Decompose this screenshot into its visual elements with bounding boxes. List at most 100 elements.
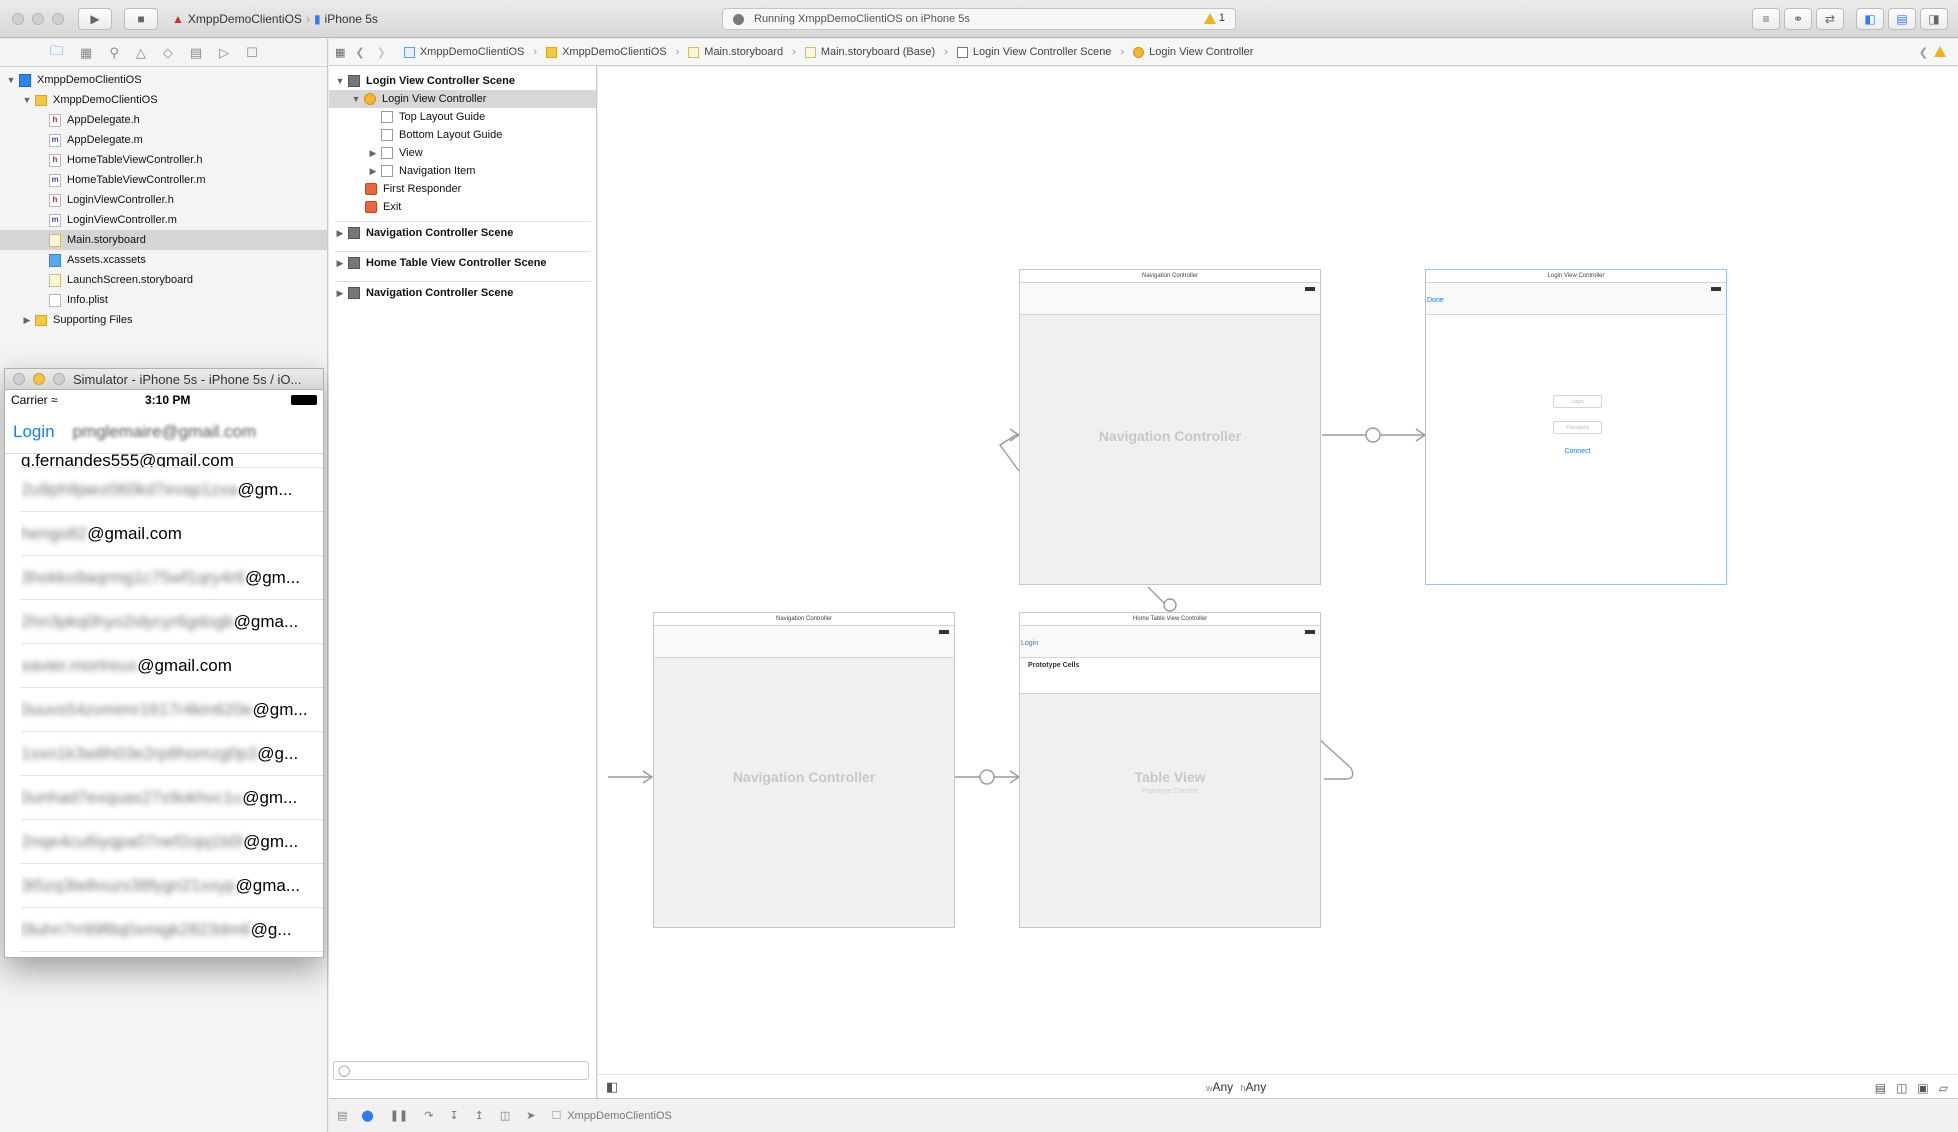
step-over-icon[interactable]: ↷	[424, 1109, 433, 1122]
version-editor-button[interactable]: ⇄	[1816, 8, 1844, 30]
contact-cell[interactable]: hengo82 @gmail.com	[21, 512, 323, 556]
contact-cell[interactable]: 2u9ph9jaez060kd7evap1zxa @gm...	[21, 468, 323, 512]
navigator-item[interactable]: m HomeTableViewController.m	[0, 170, 327, 190]
storyboard-canvas[interactable]: Navigation Controller Navigation Control…	[598, 67, 1958, 1097]
grid-icon[interactable]: ▦	[335, 46, 345, 59]
contact-cell[interactable]: 0uuvs54zvmimr1617r4kin620e @gm...	[21, 688, 323, 732]
breadcrumb-item[interactable]: XmppDemoClientiOS ›	[546, 46, 679, 58]
navigator-item[interactable]: Assets.xcassets	[0, 250, 327, 270]
stack-icon[interactable]: ▤	[1875, 1081, 1886, 1095]
navigator-item[interactable]: ▼ XmppDemoClientiOS	[0, 70, 327, 90]
outline-first-responder[interactable]: First Responder	[329, 180, 596, 198]
scene-navigation-controller-top[interactable]: Navigation Controller Navigation Control…	[1019, 269, 1321, 585]
contact-cell[interactable]: 1sxn1k3w8h03e2rp8homzg0p3 @g...	[21, 732, 323, 776]
report-icon[interactable]: ☐	[246, 45, 258, 61]
zoom-window-button[interactable]	[52, 13, 64, 25]
outline-view[interactable]: ▶ View	[329, 144, 596, 162]
close-window-button[interactable]	[12, 13, 24, 25]
login-bar-button[interactable]: Login	[1021, 640, 1038, 647]
done-bar-button[interactable]: Done	[1427, 297, 1444, 304]
breakpoints-toggle-icon[interactable]: ⬤	[361, 1109, 373, 1122]
disclosure-open-icon[interactable]: ▼	[6, 75, 16, 85]
size-class-control[interactable]: wAny hAny	[1206, 1080, 1266, 1094]
scene-login-view-controller[interactable]: Login View Controller Done Login Passwor…	[1425, 269, 1727, 585]
standard-editor-button[interactable]: ≡	[1752, 8, 1780, 30]
hide-debug-icon[interactable]: ▤	[337, 1109, 347, 1122]
navigator-item[interactable]: h LoginViewController.h	[0, 190, 327, 210]
step-in-icon[interactable]: ↧	[449, 1109, 458, 1122]
disclosure-closed-icon[interactable]: ▶	[335, 258, 345, 269]
breadcrumb-item[interactable]: Login View Controller	[1133, 46, 1253, 58]
outline-nav-scene-1[interactable]: ▶ Navigation Controller Scene	[329, 224, 596, 242]
toggle-debug-button[interactable]: ▤	[1888, 8, 1916, 30]
breakpoint-icon[interactable]: ▷	[219, 45, 229, 61]
contact-cell[interactable]: xavier.mortreux @gmail.com	[21, 644, 323, 688]
hierarchy-icon[interactable]: ▦	[80, 45, 92, 61]
login-nav-button[interactable]: Login	[13, 422, 55, 442]
sim-minimize-button[interactable]	[33, 373, 45, 385]
scene-home-table-view-controller[interactable]: Home Table View Controller Login Prototy…	[1019, 612, 1321, 928]
breadcrumb-item[interactable]: Main.storyboard (Base) ›	[804, 46, 948, 58]
folder-icon[interactable]: 🗀	[50, 42, 63, 64]
run-button[interactable]: ▶	[78, 8, 112, 30]
minimize-window-button[interactable]	[32, 13, 44, 25]
contact-cell[interactable]: g.fernandes555@gmail.com	[21, 451, 323, 468]
disclosure-closed-icon[interactable]: ▶	[335, 228, 345, 239]
forward-arrow-icon[interactable]: ❯	[377, 46, 386, 59]
prototype-cells-header[interactable]: Prototype Cells	[1020, 658, 1320, 694]
disclosure-open-icon[interactable]: ▼	[335, 76, 345, 86]
outline-nav-item[interactable]: ▶ Navigation Item	[329, 162, 596, 180]
outline-nav-scene-2[interactable]: ▶ Navigation Controller Scene	[329, 284, 596, 302]
outline-filter-field[interactable]: ◯	[333, 1061, 589, 1080]
navigator-item[interactable]: LaunchScreen.storyboard	[0, 270, 327, 290]
outline-top-guide[interactable]: Top Layout Guide	[329, 108, 596, 126]
sim-zoom-button[interactable]	[53, 373, 65, 385]
disclosure-closed-icon[interactable]: ▶	[22, 315, 32, 326]
align-icon[interactable]: ◫	[1896, 1081, 1907, 1095]
outline-exit[interactable]: Exit	[329, 198, 596, 216]
breadcrumb-item[interactable]: XmppDemoClientiOS ›	[403, 46, 537, 58]
navigator-item[interactable]: Main.storyboard	[0, 230, 327, 250]
contact-cell[interactable]: 3hokko9aqrmg1c75wf1qry4r6 @gm...	[21, 556, 323, 600]
connect-button[interactable]: Connect	[1553, 448, 1602, 455]
scheme-selector[interactable]: ▲ XmppDemoClientiOS › ▮ iPhone 5s	[172, 9, 378, 29]
test-icon[interactable]: ◇	[163, 45, 173, 61]
breadcrumb-item[interactable]: Login View Controller Scene ›	[956, 46, 1124, 58]
jump-warning-icon[interactable]	[1934, 46, 1946, 57]
contact-cell[interactable]: 2nqe4cu6iyqpa07nef2ojq1b0l @gm...	[21, 820, 323, 864]
navigator-item[interactable]: m LoginViewController.m	[0, 210, 327, 230]
outline-bottom-guide[interactable]: Bottom Layout Guide	[329, 126, 596, 144]
outline-login-scene[interactable]: ▼ Login View Controller Scene	[329, 72, 596, 90]
scene-navigation-controller-bottom[interactable]: Navigation Controller Navigation Control…	[653, 612, 955, 928]
contact-cell[interactable]: 3t5zq3te8vuzs38fygri21xxyp @gma...	[21, 864, 323, 908]
contact-cell[interactable]: 2hn3pkq0hyo2idycyr6gdogb @gma...	[21, 600, 323, 644]
sim-close-button[interactable]	[13, 373, 25, 385]
resolve-icon[interactable]: ▱	[1939, 1081, 1948, 1095]
assistant-editor-button[interactable]: ⚭	[1784, 8, 1812, 30]
login-text-field[interactable]: Login	[1553, 395, 1602, 408]
disclosure-closed-icon[interactable]: ▶	[368, 148, 378, 159]
outline-login-vc[interactable]: ▼ Login View Controller	[329, 90, 596, 108]
password-text-field[interactable]: Password	[1553, 421, 1602, 434]
pin-icon[interactable]: ▣	[1917, 1081, 1928, 1095]
disclosure-open-icon[interactable]: ▼	[351, 94, 361, 104]
outline-toggle-icon[interactable]: ◧	[606, 1079, 618, 1095]
toggle-utilities-button[interactable]: ◨	[1920, 8, 1948, 30]
stop-button[interactable]: ■	[124, 8, 158, 30]
back-arrow-icon[interactable]: ❮	[355, 46, 364, 59]
navigator-item[interactable]: ▼ XmppDemoClientiOS	[0, 90, 327, 110]
disclosure-open-icon[interactable]: ▼	[22, 95, 32, 105]
contact-cell[interactable]: 0luhn7rr99f8q0xmigk2823dm6 @g...	[21, 908, 323, 952]
step-out-icon[interactable]: ↥	[475, 1109, 484, 1122]
navigator-item[interactable]: m AppDelegate.m	[0, 130, 327, 150]
search-icon[interactable]: ⚲	[109, 45, 119, 61]
toggle-navigator-button[interactable]: ◧	[1856, 8, 1884, 30]
disclosure-closed-icon[interactable]: ▶	[368, 166, 378, 177]
navigator-item[interactable]: h AppDelegate.h	[0, 110, 327, 130]
disclosure-closed-icon[interactable]: ▶	[335, 288, 345, 299]
view-debug-icon[interactable]: ◫	[500, 1109, 510, 1122]
breadcrumb-item[interactable]: Main.storyboard ›	[688, 46, 796, 58]
issue-nav-left-icon[interactable]: ❮	[1919, 46, 1928, 59]
debug-icon[interactable]: ▤	[190, 45, 202, 61]
navigator-item[interactable]: ▶ Supporting Files	[0, 310, 327, 330]
